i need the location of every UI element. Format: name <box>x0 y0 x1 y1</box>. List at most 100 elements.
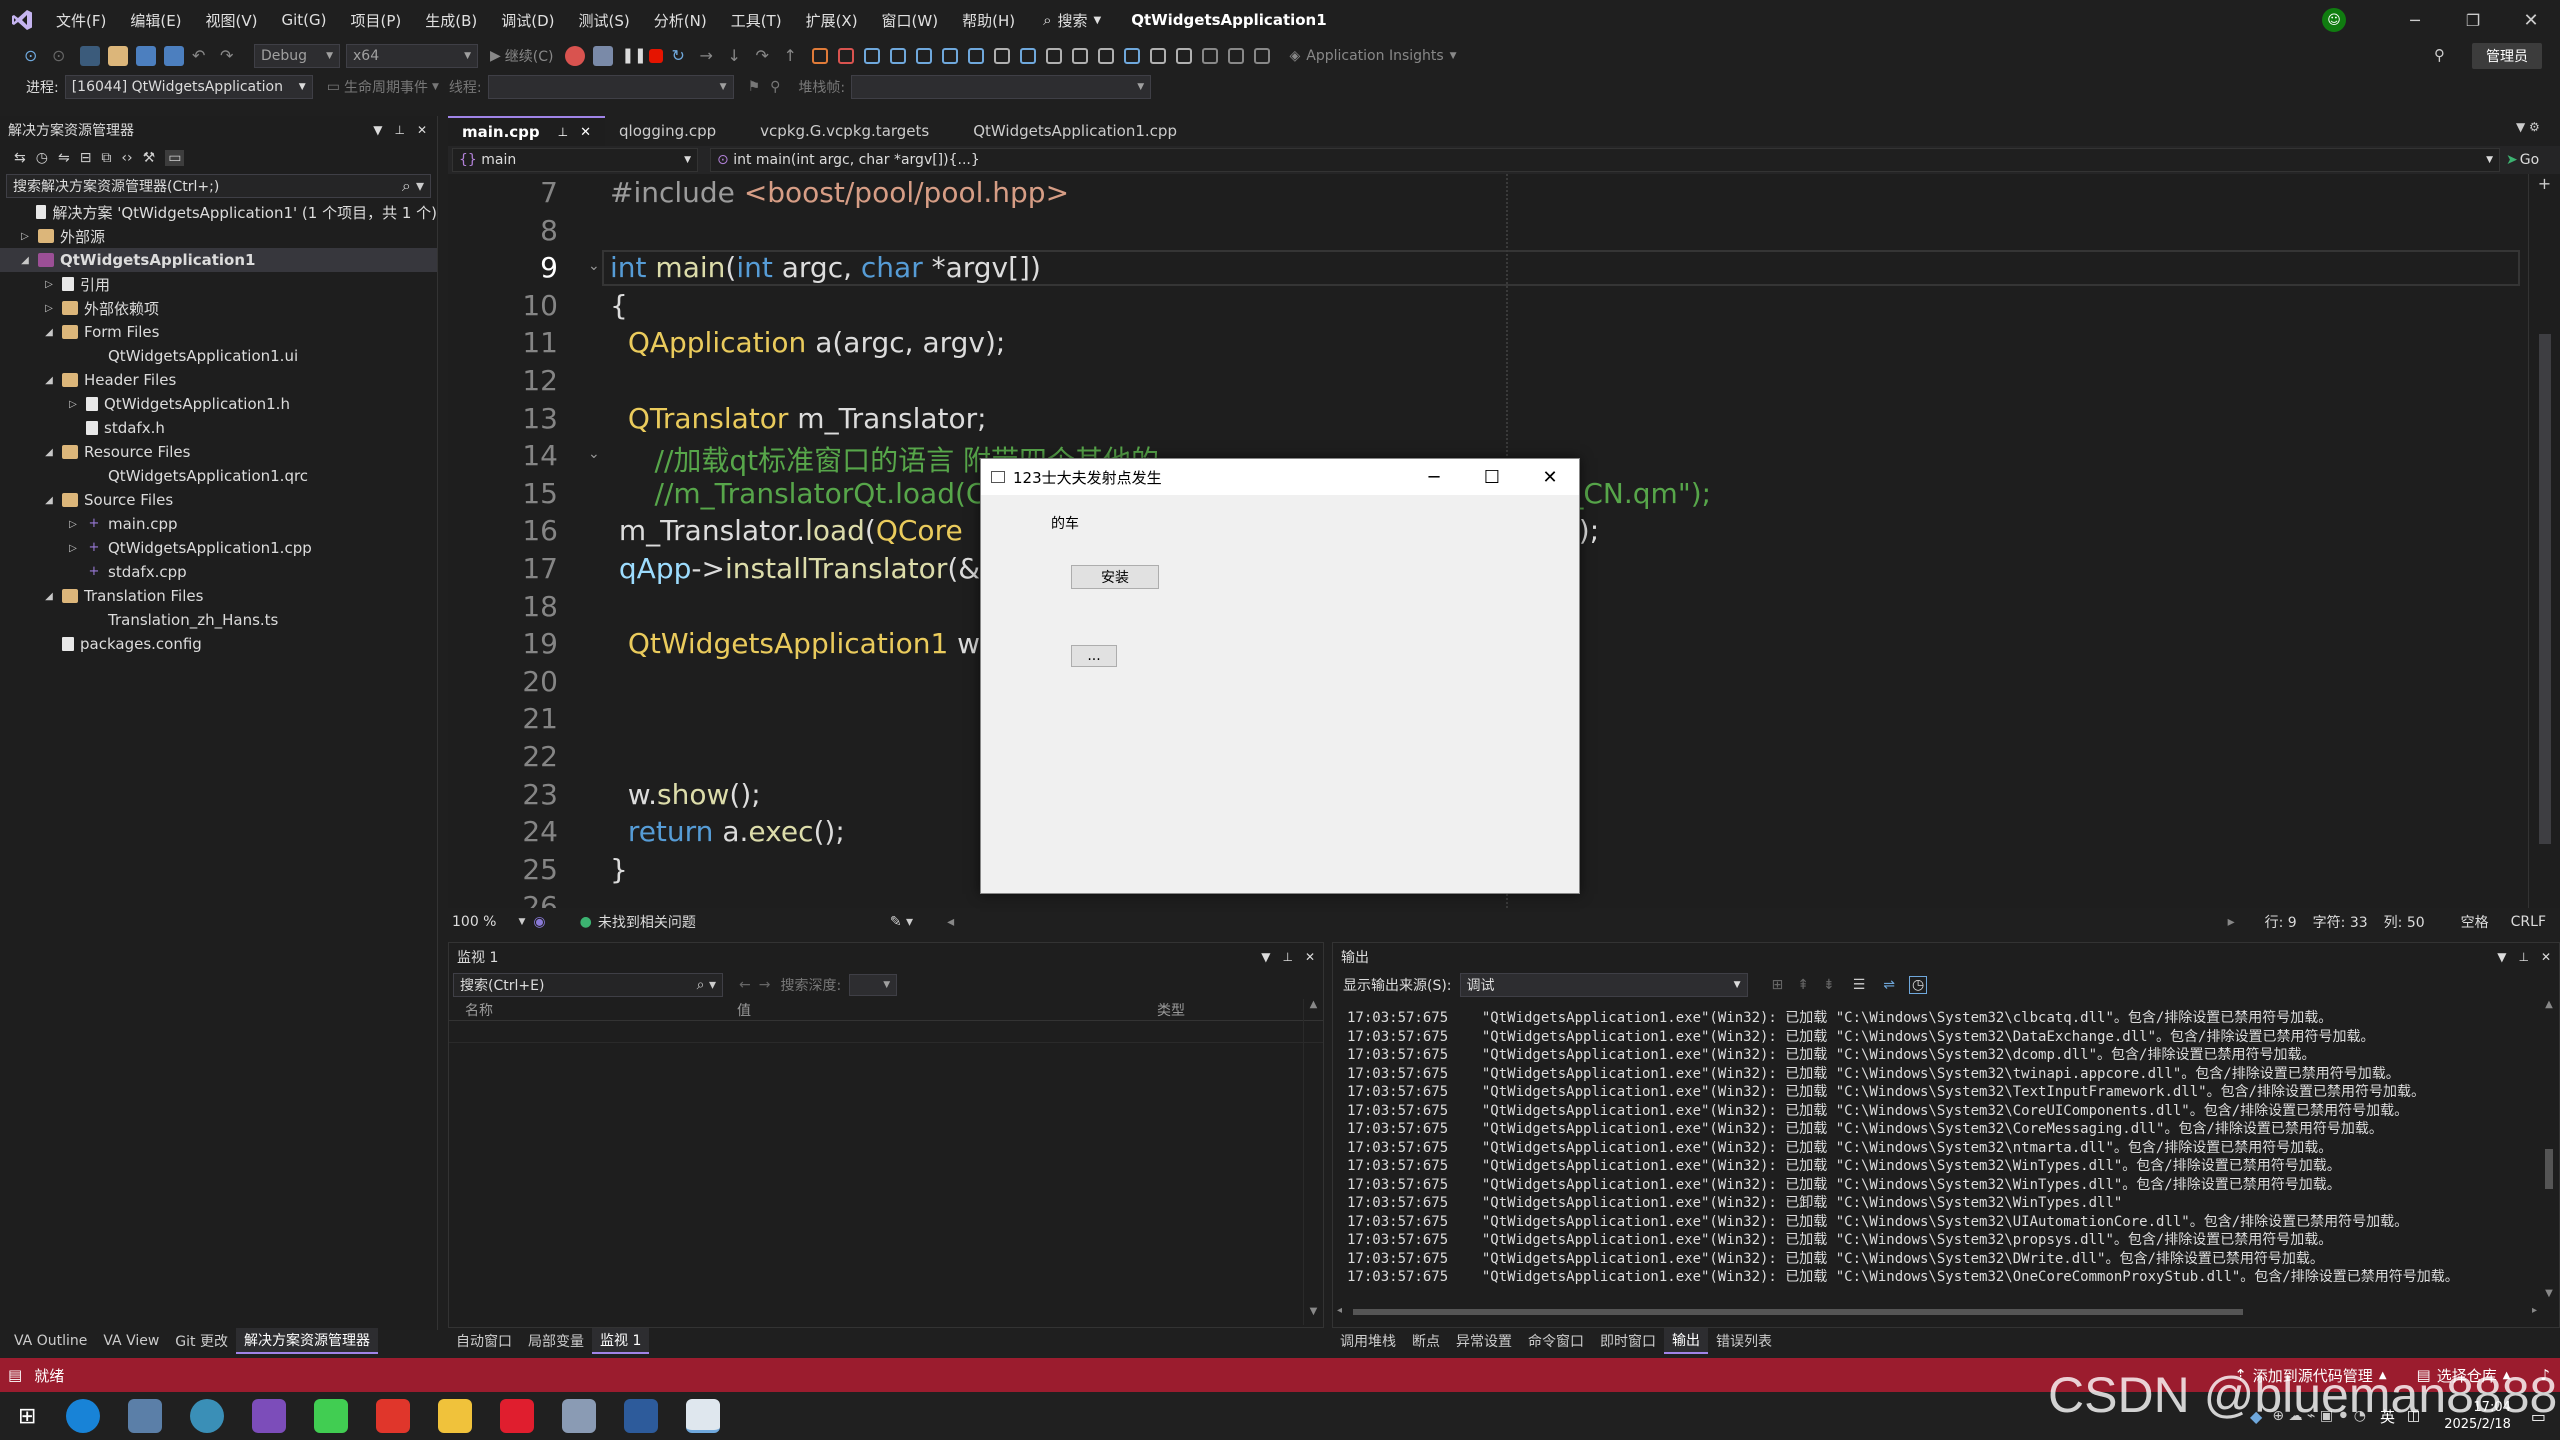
lifecycle-label[interactable]: 生命周期事件 <box>344 77 428 97</box>
expand-toggle-icon[interactable]: ▷ <box>66 399 80 410</box>
editor-tab[interactable]: vcpkg.G.vcpkg.targets <box>746 116 959 146</box>
code-line[interactable]: QApplication a(argc, argv); <box>610 326 1006 359</box>
solution-tree-item[interactable]: packages.config <box>0 632 437 656</box>
preview-icon[interactable]: ▭ <box>165 150 185 166</box>
expand-toggle-icon[interactable]: ◢ <box>42 495 56 506</box>
zoom-level[interactable]: 100 % <box>452 914 496 930</box>
arrow-right-icon[interactable]: → <box>759 977 771 993</box>
solution-tree-item[interactable]: QtWidgetsApplication1.ui <box>0 344 437 368</box>
profile-avatar[interactable]: ☺ <box>2322 8 2346 32</box>
indent-mode[interactable]: 空格 <box>2461 912 2489 932</box>
timestamp-icon[interactable]: ◷ <box>1909 976 1928 994</box>
sync-icon[interactable]: ⇆ <box>14 150 26 166</box>
call-stack-icon[interactable] <box>994 48 1011 64</box>
dropdown-icon[interactable]: ▼ <box>373 123 382 137</box>
qt-app-window[interactable]: 123士大夫发射点发生 ─ ☐ ✕ 的车 安装 ... <box>980 458 1580 894</box>
menu-item[interactable]: 工具(T) <box>719 0 794 40</box>
undo-icon[interactable]: ↶ <box>192 46 212 66</box>
scroll-thumb[interactable] <box>2539 334 2551 844</box>
chat-app-icon[interactable] <box>190 1399 225 1433</box>
lifecycle-icon[interactable]: ▭ <box>327 79 340 95</box>
code-line[interactable]: int main(int argc, char *argv[]) <box>610 251 1041 284</box>
code-line[interactable]: } <box>610 853 628 886</box>
dots-button[interactable]: ... <box>1071 645 1117 667</box>
expand-toggle-icon[interactable]: ▷ <box>42 303 56 314</box>
bottom-tab[interactable]: 异常设置 <box>1448 1328 1520 1354</box>
modules-icon[interactable] <box>916 48 933 64</box>
platform-select[interactable]: x64 ▼ <box>346 44 478 68</box>
scroll-right-icon[interactable]: ▸ <box>2228 914 2235 930</box>
solution-tree-item[interactable]: ▷ 外部源 <box>0 224 437 248</box>
word-wrap-icon[interactable]: ⇌ <box>1883 977 1895 993</box>
pin-icon[interactable]: ⊥ <box>1282 950 1292 964</box>
new-project-icon[interactable] <box>80 46 100 66</box>
go-button[interactable]: ➤ Go <box>2506 152 2539 168</box>
thread-select[interactable]: ▼ <box>487 75 734 99</box>
expand-toggle-icon[interactable]: ▷ <box>66 543 80 554</box>
code-line[interactable]: #include <boost/pool/pool.hpp> <box>610 176 1069 209</box>
solution-tree-item[interactable]: ◢ Form Files <box>0 320 437 344</box>
expand-toggle-icon[interactable]: ▷ <box>66 519 80 530</box>
bottom-tab[interactable]: Git 更改 <box>167 1328 236 1354</box>
qt-maximize-button[interactable]: ☐ <box>1463 459 1521 495</box>
expand-toggle-icon[interactable]: ◢ <box>42 591 56 602</box>
code-line[interactable]: qApp->installTranslator(& <box>610 552 980 585</box>
next-message-icon[interactable]: ⇟ <box>1823 977 1835 993</box>
solution-tree-item[interactable]: ▷ + QtWidgetsApplication1.cpp <box>0 536 437 560</box>
registers-icon[interactable] <box>1072 48 1089 64</box>
output-source-select[interactable]: 调试 ▼ <box>1459 973 1748 997</box>
menu-item[interactable]: 扩展(X) <box>794 0 870 40</box>
locals-icon[interactable] <box>942 48 959 64</box>
stackframe-select[interactable]: ▼ <box>851 75 1152 99</box>
find-message-icon[interactable]: ⊞ <box>1772 977 1784 993</box>
solution-tree-item[interactable]: ◢ Translation Files <box>0 584 437 608</box>
line-ending[interactable]: CRLF <box>2511 914 2546 930</box>
app-insights-button[interactable]: ◈ Application Insights ▼ <box>1289 48 1456 64</box>
dropdown-icon[interactable]: ▼ <box>2497 950 2506 964</box>
code-line[interactable]: return a.exec(); <box>610 815 845 848</box>
code-icon[interactable]: ‹› <box>121 150 132 166</box>
menu-item[interactable]: 调试(D) <box>489 0 566 40</box>
visual-studio-icon[interactable] <box>252 1399 287 1433</box>
arrow-left-icon[interactable]: ← <box>739 977 751 993</box>
comment-icon[interactable] <box>1098 48 1115 64</box>
menu-item[interactable]: 视图(V) <box>194 0 270 40</box>
collapse-icon[interactable]: ⊟ <box>80 150 92 166</box>
window-icon[interactable] <box>593 46 614 66</box>
open-icon[interactable] <box>108 46 128 66</box>
process-select[interactable]: [16044] QtWidgetsApplication ▼ <box>64 75 313 99</box>
tab-overflow-icon[interactable]: ▼ ⚙ <box>2516 120 2540 134</box>
close-button[interactable]: ✕ <box>2502 10 2560 31</box>
bottom-tab[interactable]: 监视 1 <box>592 1328 650 1354</box>
fold-marker[interactable]: ⌄ <box>588 446 600 462</box>
bottom-tab[interactable]: 调用堆栈 <box>1332 1328 1404 1354</box>
code-line[interactable]: QTranslator m_Translator; <box>610 402 987 435</box>
qt-window-titlebar[interactable]: 123士大夫发射点发生 ─ ☐ ✕ <box>981 459 1579 495</box>
expand-toggle-icon[interactable]: ◢ <box>18 255 32 266</box>
bottom-tab[interactable]: 输出 <box>1664 1328 1708 1354</box>
disassembly-icon[interactable] <box>1046 48 1063 64</box>
solution-tree-item[interactable]: ▷ QtWidgetsApplication1.h <box>0 392 437 416</box>
show-next-icon[interactable]: → <box>699 46 719 66</box>
expand-toggle-icon[interactable]: ▷ <box>18 231 32 242</box>
back-icon[interactable]: ⊙ <box>24 46 44 66</box>
pause-icon[interactable]: ❚❚ <box>621 46 646 66</box>
editor-vertical-scrollbar[interactable]: + <box>2528 174 2560 908</box>
minimize-button[interactable]: ─ <box>2386 11 2444 30</box>
redo-icon[interactable]: ↷ <box>220 46 240 66</box>
code-line[interactable]: w.show(); <box>610 778 761 811</box>
close-tab-icon[interactable]: ✕ <box>580 125 591 140</box>
menu-item[interactable]: Git(G) <box>270 0 339 40</box>
calculator-icon[interactable] <box>128 1399 163 1433</box>
scroll-left-icon[interactable]: ◂ <box>947 914 954 930</box>
filter-icon[interactable]: ⚲ <box>770 79 780 95</box>
format-icon[interactable] <box>1150 48 1167 64</box>
menu-item[interactable]: 测试(S) <box>567 0 642 40</box>
uncomment-icon[interactable] <box>1124 48 1141 64</box>
editor-tab[interactable]: main.cpp ⊥ ✕ <box>448 116 605 146</box>
bottom-tab[interactable]: 解决方案资源管理器 <box>235 1328 378 1354</box>
watch-search-input[interactable]: 搜索(Ctrl+E) ⌕ ▾ <box>453 973 723 997</box>
bookmark-icon[interactable] <box>1176 48 1193 64</box>
youdao-icon[interactable] <box>500 1399 535 1433</box>
memory-icon[interactable] <box>1020 48 1037 64</box>
